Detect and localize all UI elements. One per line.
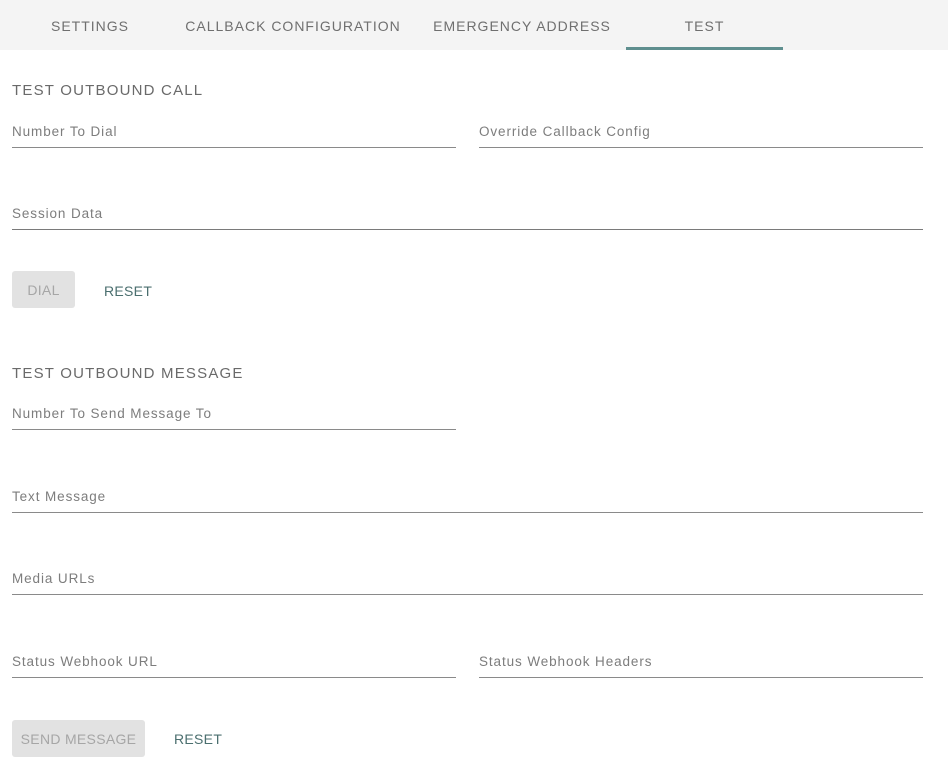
number-to-dial-input[interactable] bbox=[12, 127, 456, 145]
dial-button[interactable]: DIAL bbox=[12, 271, 75, 308]
reset-message-button[interactable]: RESET bbox=[174, 731, 222, 747]
section-title-outbound-call: TEST OUTBOUND CALL bbox=[12, 82, 204, 99]
media-urls-input[interactable] bbox=[12, 574, 923, 592]
send-message-button[interactable]: SEND MESSAGE bbox=[12, 720, 145, 757]
session-data-input[interactable] bbox=[12, 209, 923, 227]
number-to-send-field[interactable]: Number To Send Message To bbox=[12, 400, 456, 430]
tab-bar: SETTINGS CALLBACK CONFIGURATION EMERGENC… bbox=[0, 0, 948, 50]
session-data-field[interactable]: Session Data bbox=[12, 200, 923, 230]
override-callback-config-input[interactable] bbox=[479, 127, 923, 145]
media-urls-field[interactable]: Media URLs bbox=[12, 565, 923, 595]
number-to-send-input[interactable] bbox=[12, 409, 456, 427]
tab-settings[interactable]: SETTINGS bbox=[30, 0, 150, 50]
tab-emergency-address[interactable]: EMERGENCY ADDRESS bbox=[424, 0, 620, 50]
reset-call-button[interactable]: RESET bbox=[104, 283, 152, 299]
status-webhook-headers-field[interactable]: Status Webhook Headers bbox=[479, 648, 923, 678]
status-webhook-headers-input[interactable] bbox=[479, 657, 923, 675]
text-message-input[interactable] bbox=[12, 492, 923, 510]
tab-test[interactable]: TEST bbox=[626, 0, 783, 50]
status-webhook-url-input[interactable] bbox=[12, 657, 456, 675]
override-callback-config-field[interactable]: Override Callback Config bbox=[479, 118, 923, 148]
number-to-dial-field[interactable]: Number To Dial bbox=[12, 118, 456, 148]
text-message-field[interactable]: Text Message bbox=[12, 483, 923, 513]
status-webhook-url-field[interactable]: Status Webhook URL bbox=[12, 648, 456, 678]
section-title-outbound-message: TEST OUTBOUND MESSAGE bbox=[12, 365, 244, 382]
tab-callback-configuration[interactable]: CALLBACK CONFIGURATION bbox=[178, 0, 408, 50]
